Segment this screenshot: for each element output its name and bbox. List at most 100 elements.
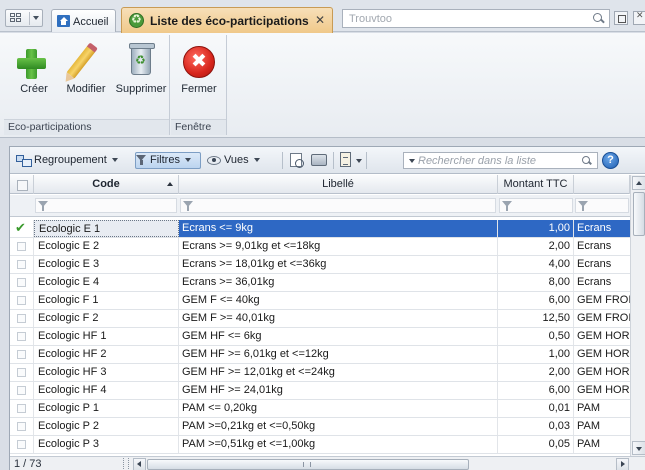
cell-code[interactable]: Ecologic E 4: [34, 274, 179, 291]
cell-montant[interactable]: 1,00: [498, 346, 574, 363]
row-checkbox[interactable]: [10, 418, 34, 435]
table-row[interactable]: Ecologic HF 2 GEM HF >= 6,01kg et <=12kg 1…: [10, 346, 630, 364]
table-row[interactable]: Ecologic P 1 PAM <= 0,20kg 0,01 PAM: [10, 400, 630, 418]
cell-libelle[interactable]: GEM HF >= 12,01kg et <=24kg: [179, 364, 498, 381]
search-icon[interactable]: [581, 155, 593, 167]
scroll-right-button[interactable]: [616, 458, 629, 470]
print-icon[interactable]: [311, 154, 327, 166]
cell-montant[interactable]: 0,50: [498, 328, 574, 345]
help-icon[interactable]: ?: [602, 152, 619, 169]
cell-libelle[interactable]: Ecrans >= 9,01kg et <=18kg: [179, 238, 498, 255]
table-row[interactable]: Ecologic P 3 PAM >=0,51kg et <=1,00kg 0,05…: [10, 436, 630, 454]
cell-montant[interactable]: 8,00: [498, 274, 574, 291]
cell-category[interactable]: GEM HORS: [574, 346, 630, 363]
row-checkbox[interactable]: [10, 328, 34, 345]
cell-code[interactable]: Ecologic F 1: [34, 292, 179, 309]
filter-cell-libelle[interactable]: [180, 198, 496, 213]
cell-code[interactable]: Ecologic HF 1: [34, 328, 179, 345]
chevron-down-icon[interactable]: [409, 159, 415, 163]
chevron-down-icon[interactable]: [356, 159, 362, 163]
row-checkbox[interactable]: [10, 364, 34, 381]
app-menu-button[interactable]: [5, 9, 43, 27]
table-row[interactable]: Ecologic E 3 Ecrans >= 18,01kg et <=36kg 4…: [10, 256, 630, 274]
cell-montant[interactable]: 6,00: [498, 382, 574, 399]
cell-montant[interactable]: 1,00: [498, 220, 574, 237]
filter-cell-category[interactable]: [575, 198, 629, 213]
resize-grip[interactable]: [123, 458, 129, 470]
filter-cell-code[interactable]: [35, 198, 177, 213]
cell-montant[interactable]: 6,00: [498, 292, 574, 309]
column-header-libelle[interactable]: Libellé: [179, 175, 498, 194]
create-button[interactable]: Créer: [14, 41, 54, 95]
cell-libelle[interactable]: Ecrans <= 9kg: [179, 220, 498, 237]
cell-libelle[interactable]: GEM HF >= 6,01kg et <=12kg: [179, 346, 498, 363]
cell-libelle[interactable]: PAM >=0,21kg et <=0,50kg: [179, 418, 498, 435]
tab-eco-participations[interactable]: Liste des éco-participations ✕: [121, 7, 333, 33]
cell-montant[interactable]: 4,00: [498, 256, 574, 273]
search-icon[interactable]: [592, 12, 605, 25]
select-all-checkbox[interactable]: [10, 175, 34, 194]
table-row[interactable]: Ecologic F 2 GEM F >= 40,01kg 12,50 GEM FRO…: [10, 310, 630, 328]
row-checkbox[interactable]: [10, 400, 34, 417]
cell-libelle[interactable]: PAM <= 0,20kg: [179, 400, 498, 417]
cell-category[interactable]: GEM HORS: [574, 328, 630, 345]
cell-montant[interactable]: 0,05: [498, 436, 574, 453]
cell-code[interactable]: Ecologic P 3: [34, 436, 179, 453]
cell-code[interactable]: Ecologic P 2: [34, 418, 179, 435]
cell-code[interactable]: Ecologic HF 2: [34, 346, 179, 363]
scroll-left-button[interactable]: [133, 458, 146, 470]
column-header-montant[interactable]: Montant TTC: [498, 175, 574, 194]
table-row[interactable]: ✔ Ecologic E 1 Ecrans <= 9kg 1,00 Ecrans: [10, 220, 630, 238]
scroll-thumb[interactable]: [633, 192, 645, 236]
scroll-down-button[interactable]: [632, 441, 645, 455]
cell-montant[interactable]: 0,01: [498, 400, 574, 417]
print-preview-icon[interactable]: [290, 153, 304, 168]
cell-category[interactable]: PAM: [574, 418, 630, 435]
views-button[interactable]: Vues: [207, 152, 275, 169]
cell-libelle[interactable]: GEM F >= 40,01kg: [179, 310, 498, 327]
cell-code[interactable]: Ecologic P 1: [34, 400, 179, 417]
cell-code[interactable]: Ecologic E 2: [34, 238, 179, 255]
cell-libelle[interactable]: GEM F <= 40kg: [179, 292, 498, 309]
delete-button[interactable]: Supprimer: [112, 41, 170, 95]
row-checkbox[interactable]: [10, 310, 34, 327]
table-row[interactable]: Ecologic F 1GEM F <= 40kg6,00GEM FROID: [10, 292, 630, 310]
cell-montant[interactable]: 2,00: [498, 238, 574, 255]
row-checkbox[interactable]: [10, 346, 34, 363]
cell-libelle[interactable]: GEM HF <= 6kg: [179, 328, 498, 345]
vertical-scrollbar[interactable]: [630, 175, 645, 456]
cell-libelle[interactable]: PAM >=0,51kg et <=1,00kg: [179, 436, 498, 453]
close-tab-icon[interactable]: ✕: [313, 13, 327, 27]
cell-category[interactable]: Ecrans: [574, 220, 630, 237]
cell-category[interactable]: PAM: [574, 436, 630, 453]
scroll-track[interactable]: [147, 458, 615, 470]
table-row[interactable]: Ecologic HF 3 GEM HF >= 12,01kg et <=24kg…: [10, 364, 630, 382]
close-button[interactable]: Fermer: [175, 41, 223, 95]
row-checkbox[interactable]: [10, 256, 34, 273]
table-row[interactable]: Ecologic HF 4 GEM HF >= 24,01kg 6,00 GEM HO…: [10, 382, 630, 400]
cell-libelle[interactable]: Ecrans >= 36,01kg: [179, 274, 498, 291]
tab-home[interactable]: Accueil: [51, 9, 116, 32]
row-checkbox[interactable]: [10, 382, 34, 399]
restore-window-button[interactable]: [614, 11, 628, 25]
cell-category[interactable]: GEM HORS: [574, 364, 630, 381]
table-row[interactable]: Ecologic E 4 Ecrans >= 36,01kg 8,00 Ecrans: [10, 274, 630, 292]
close-window-button[interactable]: [633, 11, 645, 25]
row-checkbox[interactable]: [10, 274, 34, 291]
column-header-category[interactable]: [574, 175, 630, 194]
cell-code[interactable]: Ecologic E 1: [34, 220, 179, 237]
horizontal-scrollbar[interactable]: [123, 458, 629, 470]
cell-montant[interactable]: 2,00: [498, 364, 574, 381]
list-search-input[interactable]: Rechercher dans la liste: [403, 152, 598, 169]
cell-code[interactable]: Ecologic HF 3: [34, 364, 179, 381]
cell-libelle[interactable]: Ecrans >= 18,01kg et <=36kg: [179, 256, 498, 273]
cell-category[interactable]: GEM HORS: [574, 382, 630, 399]
scroll-thumb[interactable]: [147, 459, 469, 470]
cell-category[interactable]: Ecrans: [574, 256, 630, 273]
row-checkbox[interactable]: ✔: [10, 220, 34, 237]
cell-category[interactable]: GEM FROID: [574, 310, 630, 327]
cell-category[interactable]: Ecrans: [574, 274, 630, 291]
filter-cell-montant[interactable]: [499, 198, 573, 213]
row-checkbox[interactable]: [10, 292, 34, 309]
clipboard-icon[interactable]: [340, 152, 351, 167]
